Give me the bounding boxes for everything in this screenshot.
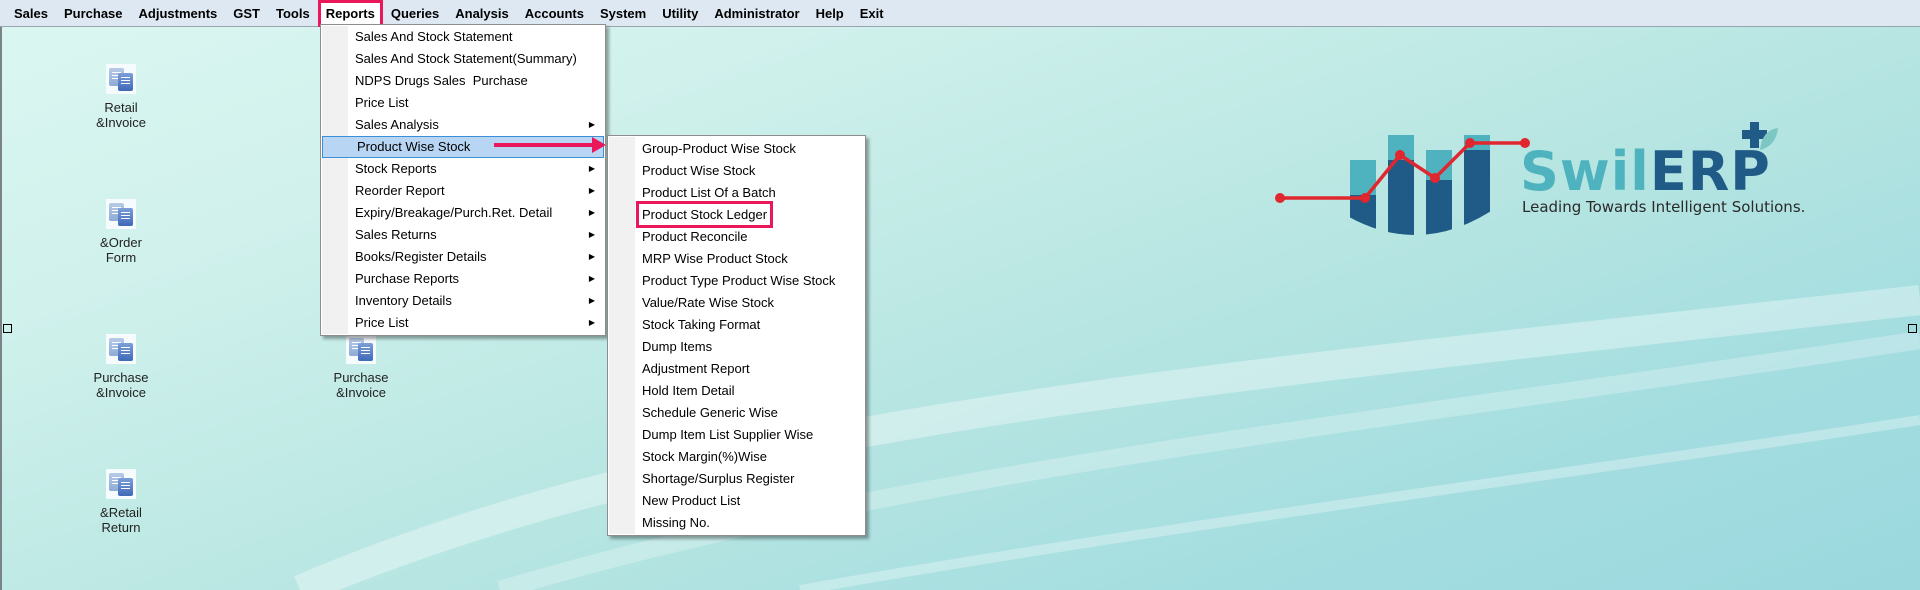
submenu-arrow-icon: ▶ bbox=[588, 208, 595, 217]
menu-item-books-register-details[interactable]: Books/Register Details ▶ bbox=[321, 246, 605, 268]
submenu-item[interactable]: Product Reconcile bbox=[608, 226, 865, 248]
submenu-item[interactable]: Value/Rate Wise Stock bbox=[608, 292, 865, 314]
submenu-item[interactable]: Schedule Generic Wise bbox=[608, 402, 865, 424]
menu-item-price-list[interactable]: Price List bbox=[321, 92, 605, 114]
reports-menu: Sales And Stock Statement Sales And Stoc… bbox=[320, 24, 606, 336]
shortcut-retail-return[interactable]: &Retail Return bbox=[66, 469, 176, 535]
shortcut-label-line1: Retail bbox=[104, 100, 138, 115]
submenu-item[interactable]: Product Type Product Wise Stock bbox=[608, 270, 865, 292]
menu-utility[interactable]: Utility bbox=[654, 0, 706, 27]
shortcut-label-line1: Purchase bbox=[93, 370, 149, 385]
submenu-arrow-icon: ▶ bbox=[588, 186, 595, 195]
menu-item-sales-and-stock-statement-summary[interactable]: Sales And Stock Statement(Summary) bbox=[321, 48, 605, 70]
menu-gst[interactable]: GST bbox=[225, 0, 268, 27]
menu-analysis[interactable]: Analysis bbox=[447, 0, 516, 27]
menu-item-sales-and-stock-statement[interactable]: Sales And Stock Statement bbox=[321, 26, 605, 48]
menu-item-expiry-breakage[interactable]: Expiry/Breakage/Purch.Ret. Detail ▶ bbox=[321, 202, 605, 224]
menu-sales[interactable]: Sales bbox=[6, 0, 56, 27]
submenu-item[interactable]: New Product List bbox=[608, 490, 865, 512]
menu-help[interactable]: Help bbox=[808, 0, 852, 27]
menu-adjustments[interactable]: Adjustments bbox=[131, 0, 226, 27]
documents-icon bbox=[106, 469, 136, 499]
shortcut-purchase-invoice-2[interactable]: Purchase &Invoice bbox=[306, 334, 416, 400]
submenu-item[interactable]: Stock Taking Format bbox=[608, 314, 865, 336]
logo-chart-mark bbox=[1275, 135, 1530, 235]
submenu-arrow-icon: ▶ bbox=[588, 230, 595, 239]
shortcut-label-line1: &Retail bbox=[100, 505, 142, 520]
background-swoosh bbox=[294, 285, 1920, 590]
submenu-item[interactable]: Dump Item List Supplier Wise bbox=[608, 424, 865, 446]
menu-item-sales-analysis[interactable]: Sales Analysis ▶ bbox=[321, 114, 605, 136]
swilerp-logo: SwilERP Leading Towards Intelligent Solu… bbox=[1270, 105, 1870, 255]
menu-item-inventory-details[interactable]: Inventory Details ▶ bbox=[321, 290, 605, 312]
menu-exit[interactable]: Exit bbox=[852, 0, 892, 27]
submenu-item[interactable]: Product List Of a Batch bbox=[608, 182, 865, 204]
shortcut-label-line1: Purchase bbox=[333, 370, 389, 385]
menu-bar: Sales Purchase Adjustments GST Tools Rep… bbox=[0, 0, 1920, 27]
submenu-item[interactable]: Product Wise Stock bbox=[608, 160, 865, 182]
resize-handle-right[interactable] bbox=[1908, 324, 1917, 333]
menu-queries[interactable]: Queries bbox=[383, 0, 447, 27]
submenu-item[interactable]: Missing No. bbox=[608, 512, 865, 534]
window-left-edge bbox=[0, 27, 2, 590]
documents-icon bbox=[346, 334, 376, 364]
annotation-arrow bbox=[494, 137, 606, 153]
shortcut-order-form[interactable]: &Order Form bbox=[66, 199, 176, 265]
documents-icon bbox=[106, 334, 136, 364]
logo-wordmark: SwilERP bbox=[1520, 140, 1771, 203]
product-wise-stock-submenu: Group-Product Wise Stock Product Wise St… bbox=[607, 135, 866, 536]
shortcut-purchase-invoice[interactable]: Purchase &Invoice bbox=[66, 334, 176, 400]
submenu-item[interactable]: MRP Wise Product Stock bbox=[608, 248, 865, 270]
shortcut-label-line1: &Order bbox=[100, 235, 142, 250]
logo-tagline: Leading Towards Intelligent Solutions. bbox=[1522, 198, 1806, 216]
menu-system[interactable]: System bbox=[592, 0, 654, 27]
menu-accounts[interactable]: Accounts bbox=[517, 0, 592, 27]
menu-item-stock-reports[interactable]: Stock Reports ▶ bbox=[321, 158, 605, 180]
menu-purchase[interactable]: Purchase bbox=[56, 0, 131, 27]
menu-item-ndps-drugs-sales-purchase[interactable]: NDPS Drugs Sales Purchase bbox=[321, 70, 605, 92]
submenu-arrow-icon: ▶ bbox=[588, 120, 595, 129]
submenu-item[interactable]: Shortage/Surplus Register bbox=[608, 468, 865, 490]
shortcut-label-line2: &Invoice bbox=[96, 115, 146, 130]
submenu-item[interactable]: Dump Items bbox=[608, 336, 865, 358]
submenu-item[interactable]: Adjustment Report bbox=[608, 358, 865, 380]
menu-item-purchase-reports[interactable]: Purchase Reports ▶ bbox=[321, 268, 605, 290]
shortcut-label-line2: Return bbox=[101, 520, 141, 535]
submenu-item-product-stock-ledger[interactable]: Product Stock Ledger bbox=[608, 201, 865, 228]
shortcut-label-line2: &Invoice bbox=[96, 385, 146, 400]
shortcut-label-line2: &Invoice bbox=[336, 385, 386, 400]
submenu-arrow-icon: ▶ bbox=[588, 252, 595, 261]
menu-item-price-list-sub[interactable]: Price List ▶ bbox=[321, 312, 605, 334]
menu-administrator[interactable]: Administrator bbox=[706, 0, 807, 27]
menu-item-reorder-report[interactable]: Reorder Report ▶ bbox=[321, 180, 605, 202]
submenu-arrow-icon: ▶ bbox=[588, 164, 595, 173]
menu-item-sales-returns[interactable]: Sales Returns ▶ bbox=[321, 224, 605, 246]
documents-icon bbox=[106, 64, 136, 94]
medical-cross-leaf-icon bbox=[1742, 122, 1778, 150]
submenu-arrow-icon: ▶ bbox=[588, 296, 595, 305]
menu-reports[interactable]: Reports bbox=[317, 0, 383, 27]
submenu-arrow-icon: ▶ bbox=[588, 318, 595, 327]
submenu-arrow-icon: ▶ bbox=[588, 274, 595, 283]
documents-icon bbox=[106, 199, 136, 229]
submenu-item[interactable]: Group-Product Wise Stock bbox=[608, 138, 865, 160]
shortcut-label-line2: Form bbox=[105, 250, 137, 265]
resize-handle-left[interactable] bbox=[3, 324, 12, 333]
submenu-item[interactable]: Stock Margin(%)Wise bbox=[608, 446, 865, 468]
submenu-item[interactable]: Hold Item Detail bbox=[608, 380, 865, 402]
shortcut-retail-invoice[interactable]: Retail &Invoice bbox=[66, 64, 176, 130]
menu-tools[interactable]: Tools bbox=[268, 0, 318, 27]
menu-item-product-wise-stock[interactable]: Product Wise Stock bbox=[322, 136, 604, 158]
